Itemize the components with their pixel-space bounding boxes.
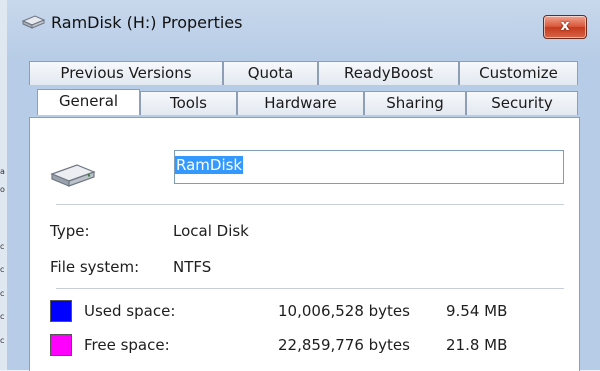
free-space-bytes: 22,859,776 bytes	[278, 336, 410, 354]
tab-label: ReadyBoost	[344, 64, 433, 82]
window-title: RamDisk (H:) Properties	[51, 13, 243, 32]
tab-customize[interactable]: Customize	[459, 61, 578, 85]
separator	[56, 288, 564, 289]
drive-icon	[21, 14, 46, 33]
tab-hardware[interactable]: Hardware	[237, 91, 364, 115]
tab-label: Hardware	[264, 94, 337, 112]
tab-tools[interactable]: Tools	[140, 91, 237, 115]
background-window-text: c	[0, 290, 5, 298]
separator	[56, 204, 564, 205]
tab-general[interactable]: General	[37, 89, 140, 115]
background-window-text: a	[0, 168, 5, 176]
close-icon: x	[560, 18, 570, 34]
properties-dialog: RamDisk (H:) Properties x Previous Versi…	[7, 0, 600, 371]
tab-security[interactable]: Security	[466, 91, 578, 115]
background-window-text: c	[0, 313, 5, 321]
file-system-label: File system:	[50, 258, 140, 276]
type-value: Local Disk	[173, 222, 249, 240]
tab-quota[interactable]: Quota	[223, 61, 318, 85]
free-space-label: Free space:	[84, 336, 170, 354]
drive-icon	[50, 162, 96, 192]
volume-name-input[interactable]: RamDisk	[174, 150, 564, 184]
background-window-text: c	[0, 243, 5, 251]
close-button[interactable]: x	[543, 15, 587, 39]
tab-label: Security	[491, 94, 553, 112]
background-window-text: o	[0, 186, 5, 194]
used-space-swatch	[50, 300, 72, 322]
tab-label: General	[58, 92, 119, 110]
title-bar[interactable]: RamDisk (H:) Properties x	[7, 0, 600, 40]
background-window-text: c	[0, 266, 5, 274]
tab-readyboost[interactable]: ReadyBoost	[318, 61, 459, 85]
used-space-bytes: 10,006,528 bytes	[278, 302, 410, 320]
tab-label: Previous Versions	[60, 64, 192, 82]
used-space-label: Used space:	[84, 302, 176, 320]
free-space-size: 21.8 MB	[446, 336, 508, 354]
tab-label: Tools	[170, 94, 207, 112]
tab-label: Quota	[247, 64, 294, 82]
tab-label: Sharing	[386, 94, 444, 112]
volume-name-text: RamDisk	[175, 156, 244, 174]
file-system-value: NTFS	[173, 258, 212, 276]
tab-sharing[interactable]: Sharing	[364, 91, 466, 115]
type-label: Type:	[50, 222, 90, 240]
free-space-swatch	[50, 334, 72, 356]
used-space-size: 9.54 MB	[446, 302, 508, 320]
general-tab-panel: RamDisk Type: Local Disk File system: NT…	[29, 117, 580, 371]
tab-previous-versions[interactable]: Previous Versions	[29, 61, 223, 85]
tab-label: Customize	[479, 64, 558, 82]
background-window-text: c	[0, 337, 5, 345]
